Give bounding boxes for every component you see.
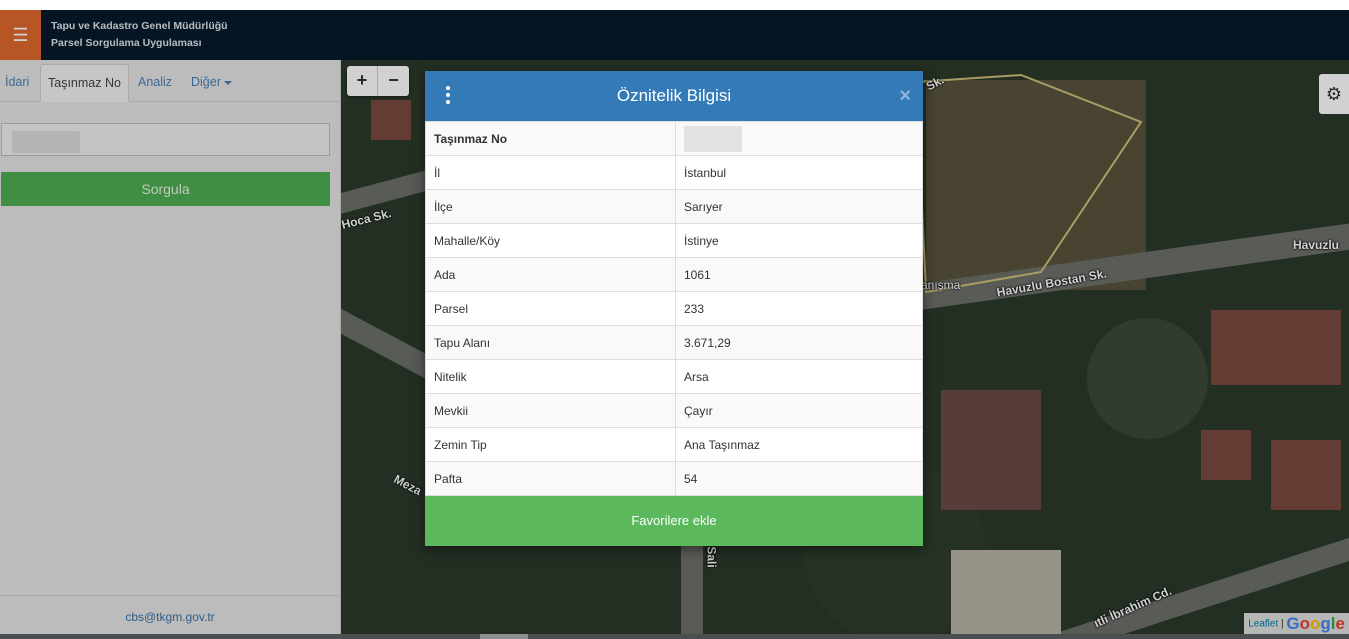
attr-value: Sarıyer [675, 189, 923, 224]
table-row: Taşınmaz No [425, 121, 923, 156]
attr-key: Taşınmaz No [425, 121, 676, 156]
attr-value: 3.671,29 [675, 325, 923, 360]
attr-key: Mevkii [425, 393, 676, 428]
attr-value: İstinye [675, 223, 923, 258]
attr-value: 233 [675, 291, 923, 326]
close-icon[interactable]: × [899, 85, 911, 107]
attr-value: 54 [675, 461, 923, 496]
modal-header: Öznitelik Bilgisi × [425, 71, 923, 121]
table-row: Pafta 54 [425, 461, 923, 496]
table-row: Mevkii Çayır [425, 393, 923, 428]
table-row: Nitelik Arsa [425, 359, 923, 394]
attribute-info-modal: Öznitelik Bilgisi × Taşınmaz No İl İstanb… [425, 71, 923, 546]
attr-key: Mahalle/Köy [425, 223, 676, 258]
table-row: İlçe Sarıyer [425, 189, 923, 224]
attr-value [675, 121, 923, 156]
attr-value: 1061 [675, 257, 923, 292]
attr-key: Nitelik [425, 359, 676, 394]
more-vertical-icon[interactable] [445, 86, 451, 106]
table-row: Parsel 233 [425, 291, 923, 326]
scroll-handle[interactable] [480, 634, 528, 639]
top-strip [0, 0, 1349, 10]
add-to-favorites-button[interactable]: Favorilere ekle [425, 496, 923, 546]
redacted-value [684, 125, 742, 152]
table-row: İl İstanbul [425, 155, 923, 190]
table-row: Mahalle/Köy İstinye [425, 223, 923, 258]
attr-key: Ada [425, 257, 676, 292]
table-row: Ada 1061 [425, 257, 923, 292]
attr-value: Arsa [675, 359, 923, 394]
table-row: Tapu Alanı 3.671,29 [425, 325, 923, 360]
attr-key: Pafta [425, 461, 676, 496]
attr-key: Parsel [425, 291, 676, 326]
attr-key: Zemin Tip [425, 427, 676, 462]
bottom-strip [0, 634, 1349, 639]
attr-value: Ana Taşınmaz [675, 427, 923, 462]
attribute-table: Taşınmaz No İl İstanbul İlçe Sarıyer Mahal… [425, 121, 923, 496]
table-row: Zemin Tip Ana Taşınmaz [425, 427, 923, 462]
attr-value: İstanbul [675, 155, 923, 190]
attr-value: Çayır [675, 393, 923, 428]
modal-title: Öznitelik Bilgisi [616, 86, 732, 105]
attr-key: İl [425, 155, 676, 190]
attr-key: Tapu Alanı [425, 325, 676, 360]
attr-key: İlçe [425, 189, 676, 224]
